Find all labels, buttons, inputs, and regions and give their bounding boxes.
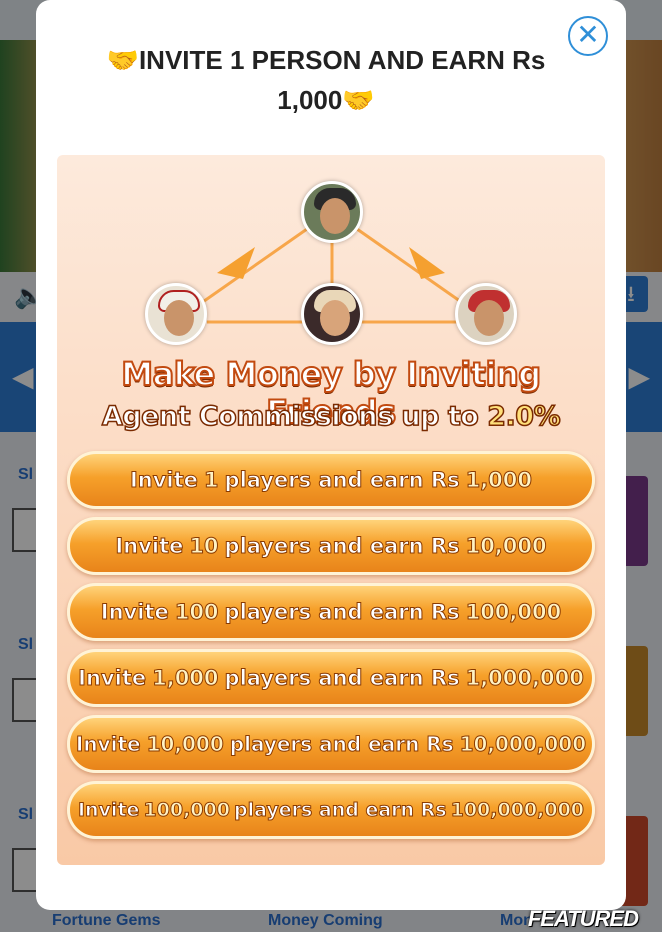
modal-title-line2: 1,000🤝 bbox=[277, 85, 375, 115]
tier-count: 1 bbox=[203, 468, 219, 493]
avatar-top bbox=[301, 181, 363, 243]
tier-count: 100 bbox=[174, 600, 219, 625]
tier-amount: 1,000 bbox=[465, 468, 533, 493]
tier-middle: players and earn Rs bbox=[224, 666, 460, 691]
tier-button[interactable]: Invite 1 players and earn Rs 1,000 bbox=[67, 451, 595, 509]
tier-button[interactable]: Invite 1,000 players and earn Rs 1,000,0… bbox=[67, 649, 595, 707]
avatar-left bbox=[145, 283, 207, 345]
modal-title: 🤝INVITE 1 PERSON AND EARN Rs 1,000🤝 bbox=[66, 40, 586, 120]
tier-prefix: Invite bbox=[115, 534, 184, 559]
tier-button[interactable]: Invite 10,000 players and earn Rs 10,000… bbox=[67, 715, 595, 773]
tier-amount: 10,000 bbox=[465, 534, 547, 559]
tier-middle: players and earn Rs bbox=[224, 534, 460, 559]
tier-count: 10 bbox=[189, 534, 219, 559]
tier-button[interactable]: Invite 100 players and earn Rs 100,000 bbox=[67, 583, 595, 641]
modal-title-line1: 🤝INVITE 1 PERSON AND EARN Rs bbox=[106, 45, 546, 75]
avatar-center bbox=[301, 283, 363, 345]
tier-middle: players and earn Rs bbox=[224, 600, 460, 625]
tier-count: 10,000 bbox=[146, 732, 224, 757]
invite-modal: ✕ 🤝INVITE 1 PERSON AND EARN Rs 1,000🤝 Ma… bbox=[36, 0, 626, 910]
tier-button[interactable]: Invite 10 players and earn Rs 10,000 bbox=[67, 517, 595, 575]
promo-banner[interactable]: Make Money by Inviting Friends Agent Com… bbox=[57, 155, 605, 865]
arrow-icon bbox=[409, 247, 445, 279]
arrow-icon bbox=[217, 247, 255, 279]
tier-prefix: Invite bbox=[100, 600, 169, 625]
subhead-text: Agent Commissions up to bbox=[101, 400, 488, 433]
tier-middle: players and earn Rs bbox=[229, 732, 454, 757]
tier-prefix: Invite bbox=[75, 732, 141, 757]
tier-prefix: Invite bbox=[129, 468, 198, 493]
tier-amount: 10,000,000 bbox=[459, 732, 587, 757]
tier-button[interactable]: Invite 100,000 players and earn Rs 100,0… bbox=[67, 781, 595, 839]
tier-prefix: Invite bbox=[77, 799, 140, 822]
tier-middle: players and earn Rs bbox=[224, 468, 460, 493]
avatar-right bbox=[455, 283, 517, 345]
tier-prefix: Invite bbox=[78, 666, 147, 691]
tier-amount: 100,000 bbox=[465, 600, 562, 625]
promo-subhead: Agent Commissions up to 2.0% bbox=[57, 400, 605, 433]
tier-amount: 100,000,000 bbox=[450, 799, 585, 822]
tier-amount: 1,000,000 bbox=[465, 666, 584, 691]
tier-count: 100,000 bbox=[143, 799, 231, 822]
tier-middle: players and earn Rs bbox=[233, 799, 447, 822]
commission-percent: 2.0% bbox=[487, 400, 562, 433]
tier-count: 1,000 bbox=[152, 666, 219, 691]
